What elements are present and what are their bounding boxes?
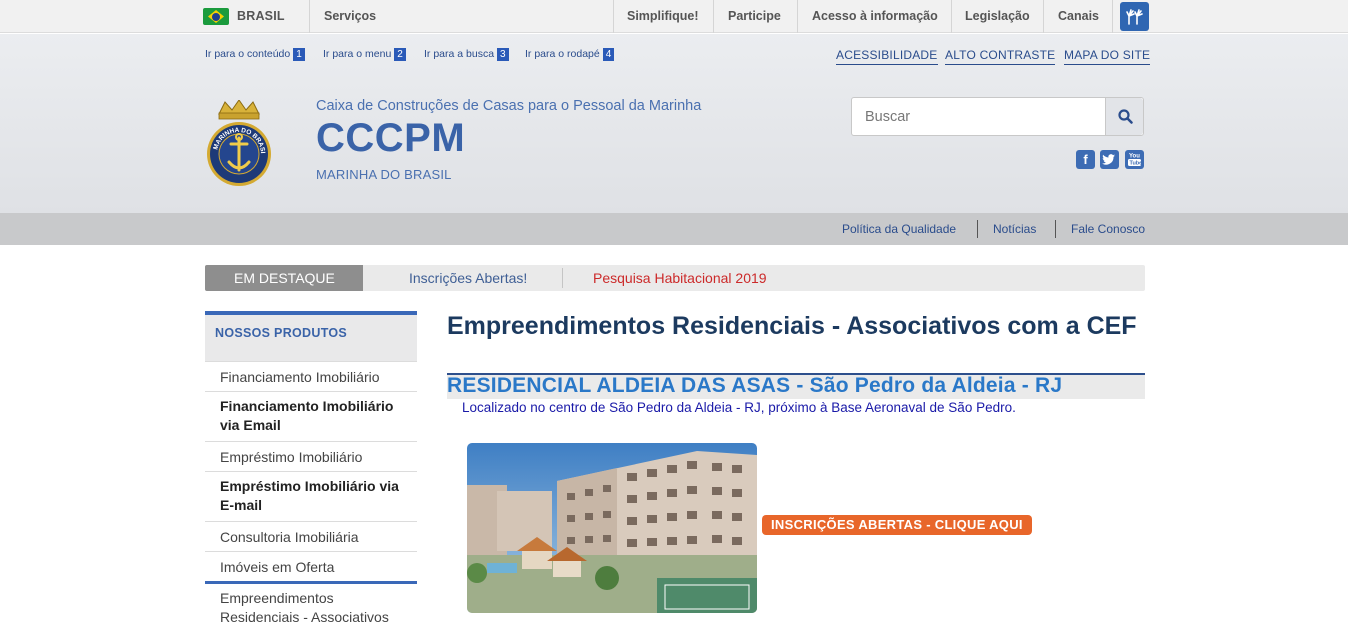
site-title[interactable]: CCCPM [316, 116, 465, 161]
pesquisa-habitacional-link[interactable]: Pesquisa Habitacional 2019 [593, 270, 767, 286]
site-subtitle: Caixa de Construções de Casas para o Pes… [316, 98, 702, 114]
politica-qualidade-link[interactable]: Política da Qualidade [842, 222, 956, 236]
sidebar-item-financiamento-email[interactable]: Financiamento Imobiliário via Email [205, 391, 417, 441]
sidebar-item-consultoria[interactable]: Consultoria Imobiliária [205, 521, 417, 551]
sidebar-heading: NOSSOS PRODUTOS [205, 311, 417, 361]
skip-to-footer-link[interactable]: Ir para o rodapé 4 [525, 48, 615, 61]
residential-title: RESIDENCIAL ALDEIA DAS ASAS - São Pedro … [447, 374, 1063, 397]
twitter-icon[interactable] [1100, 150, 1119, 169]
high-contrast-link[interactable]: ALTO CONTRASTE [945, 48, 1056, 65]
divider [713, 0, 714, 33]
site-organization: MARINHA DO BRASIL [316, 167, 452, 182]
search-box [851, 97, 1144, 136]
divider [613, 0, 614, 33]
divider [1112, 0, 1113, 33]
search-icon [1118, 109, 1133, 124]
skip-to-menu-link[interactable]: Ir para o menu 2 [323, 48, 406, 61]
legislacao-link[interactable]: Legislação [965, 9, 1030, 23]
divider [797, 0, 798, 33]
divider [309, 0, 310, 33]
svg-text:You: You [1129, 154, 1140, 160]
residential-photo[interactable] [467, 443, 757, 613]
divider [562, 268, 563, 288]
fale-conosco-link[interactable]: Fale Conosco [1071, 222, 1145, 236]
brasil-link[interactable]: BRASIL [237, 9, 285, 23]
sidebar-item-imoveis-oferta[interactable]: Imóveis em Oferta [205, 551, 417, 581]
site-map-link[interactable]: MAPA DO SITE [1064, 48, 1151, 65]
divider [1043, 0, 1044, 33]
government-bar: BRASIL Serviços Simplifique! Participe A… [0, 0, 1348, 33]
noticias-link[interactable]: Notícias [993, 222, 1036, 236]
accessibility-link[interactable]: ACESSIBILIDADE [836, 48, 938, 65]
divider [977, 220, 978, 238]
participe-link[interactable]: Participe [728, 9, 781, 23]
canais-link[interactable]: Canais [1058, 9, 1099, 23]
highlights-label: EM DESTAQUE [205, 265, 363, 291]
search-input[interactable] [852, 98, 1106, 135]
vlibras-hands-icon[interactable] [1120, 2, 1149, 31]
youtube-icon[interactable]: You Tube [1125, 150, 1144, 169]
divider [951, 0, 952, 33]
servicos-link[interactable]: Serviços [324, 9, 376, 23]
brazil-flag-icon[interactable] [203, 8, 229, 25]
sidebar-item-empreendimentos[interactable]: Empreendimentos Residenciais - Associati… [205, 581, 417, 625]
inscricoes-abertas-link[interactable]: Inscrições Abertas! [409, 270, 527, 286]
divider [1055, 220, 1056, 238]
search-button[interactable] [1105, 98, 1143, 135]
facebook-icon[interactable]: f [1076, 150, 1095, 169]
skip-to-content-link[interactable]: Ir para o conteúdo 1 [205, 48, 305, 61]
arrow-right-icon [351, 265, 363, 291]
page-title: Empreendimentos Residenciais - Associati… [447, 312, 1137, 340]
skip-to-search-link[interactable]: Ir para a busca 3 [424, 48, 509, 61]
inscricoes-abertas-button[interactable]: INSCRIÇÕES ABERTAS - CLIQUE AQUI [762, 515, 1032, 535]
service-bar: Política da Qualidade Notícias Fale Cono… [0, 213, 1348, 245]
sidebar-item-emprestimo[interactable]: Empréstimo Imobiliário [205, 441, 417, 471]
site-header: Ir para o conteúdo 1 Ir para o menu 2 Ir p… [0, 34, 1348, 213]
sidebar-item-emprestimo-email[interactable]: Empréstimo Imobiliário via E-mail [205, 471, 417, 521]
acesso-informacao-link[interactable]: Acesso à informação [812, 9, 938, 23]
sidebar-item-financiamento[interactable]: Financiamento Imobiliário [205, 361, 417, 391]
simplifique-link[interactable]: Simplifique! [627, 9, 699, 23]
sidebar-menu: NOSSOS PRODUTOS Financiamento Imobiliári… [205, 311, 417, 625]
residential-description: Localizado no centro de São Pedro da Ald… [462, 400, 1016, 415]
svg-text:Tube: Tube [1130, 161, 1143, 167]
navy-crest-logo[interactable]: MARINHA DO BRASIL [203, 95, 273, 190]
highlights-bar: EM DESTAQUE Inscrições Abertas! Pesquisa… [205, 265, 1145, 291]
